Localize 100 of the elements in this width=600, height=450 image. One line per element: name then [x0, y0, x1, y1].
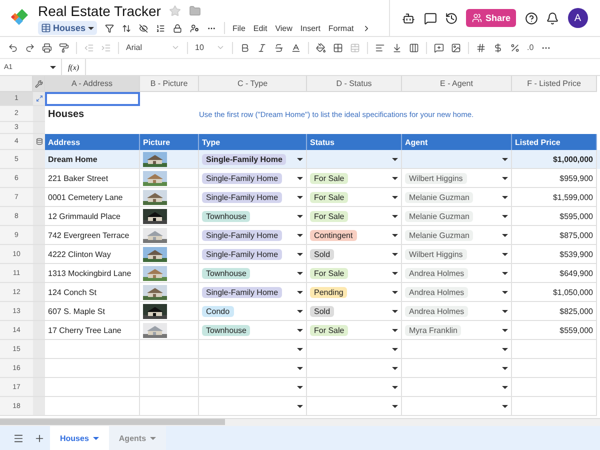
dropdown-icon[interactable] — [502, 310, 508, 312]
strikethrough-icon[interactable] — [274, 42, 284, 52]
hide-icon[interactable] — [138, 24, 148, 32]
font-select[interactable]: Arial — [126, 43, 180, 52]
dropdown-icon[interactable] — [502, 158, 508, 160]
dropdown-icon[interactable] — [392, 366, 398, 370]
table-header: Status — [307, 134, 402, 150]
status-tag: For Sale — [310, 192, 348, 202]
sheet-tab[interactable]: Houses — [50, 426, 109, 450]
dropdown-icon[interactable] — [502, 404, 508, 408]
dropdown-icon[interactable] — [392, 158, 398, 160]
add-comment-icon[interactable] — [434, 42, 444, 52]
user-settings-icon[interactable] — [190, 24, 199, 32]
share-button[interactable]: Share — [466, 9, 516, 27]
expand-icon[interactable] — [36, 95, 42, 102]
dropdown-icon[interactable] — [392, 328, 398, 332]
dropdown-icon[interactable] — [502, 328, 508, 332]
dropdown-icon[interactable] — [502, 214, 508, 218]
comment-icon[interactable] — [424, 12, 437, 24]
dropdown-icon[interactable] — [392, 404, 398, 408]
dropdown-icon[interactable] — [392, 196, 398, 198]
dropdown-icon[interactable] — [502, 272, 508, 274]
dropdown-icon[interactable] — [297, 386, 303, 388]
print-icon[interactable] — [42, 42, 52, 52]
menu-item[interactable]: View — [275, 24, 292, 32]
dropdown-icon[interactable] — [297, 158, 303, 160]
selected-cell[interactable] — [45, 92, 140, 106]
robot-icon[interactable] — [402, 12, 416, 24]
dropdown-icon[interactable] — [502, 234, 508, 236]
dropdown-icon[interactable] — [392, 272, 398, 274]
menu-item[interactable]: Format — [328, 24, 354, 32]
fill-color-icon[interactable] — [316, 42, 326, 52]
dropdown-icon[interactable] — [502, 252, 508, 256]
dropdown-icon[interactable] — [297, 214, 303, 218]
dropdown-icon[interactable] — [297, 328, 303, 332]
filter-icon[interactable] — [104, 24, 114, 32]
dropdown-icon[interactable] — [297, 176, 303, 180]
star-icon[interactable] — [168, 5, 181, 17]
font-size-select[interactable]: 10 — [195, 43, 225, 52]
wrap-icon[interactable] — [409, 42, 419, 52]
decrease-decimal-button[interactable]: .0 — [527, 43, 534, 52]
type-tag: Condo — [202, 306, 234, 316]
add-sheet-icon[interactable] — [34, 432, 45, 444]
dropdown-icon[interactable] — [502, 176, 508, 180]
dropdown-icon[interactable] — [297, 366, 303, 370]
dropdown-icon[interactable] — [502, 348, 508, 350]
dropdown-icon[interactable] — [502, 366, 508, 370]
dropdown-icon[interactable] — [502, 290, 508, 294]
paint-format-icon[interactable] — [59, 42, 69, 52]
dropdown-icon[interactable] — [502, 386, 508, 388]
bell-icon[interactable] — [546, 12, 560, 24]
history-icon[interactable] — [445, 12, 458, 24]
align-icon[interactable] — [375, 42, 385, 52]
dropdown-icon[interactable] — [392, 252, 398, 256]
dropdown-icon[interactable] — [297, 234, 303, 236]
dropdown-icon[interactable] — [392, 290, 398, 294]
vertical-align-icon[interactable] — [392, 42, 402, 52]
lock-icon[interactable] — [172, 24, 182, 32]
dropdown-icon[interactable] — [392, 310, 398, 312]
italic-icon[interactable] — [257, 42, 267, 52]
image-icon[interactable] — [451, 42, 461, 52]
dropdown-icon[interactable] — [297, 252, 303, 256]
column-header[interactable]: D - Status — [307, 76, 402, 92]
help-icon[interactable] — [524, 12, 538, 24]
dropdown-icon[interactable] — [502, 196, 508, 198]
dropdown-icon[interactable] — [297, 348, 303, 350]
undo-icon[interactable] — [8, 42, 18, 52]
menu-item[interactable]: Edit — [253, 24, 268, 32]
menu-icon[interactable] — [13, 432, 24, 444]
dropdown-icon[interactable] — [297, 290, 303, 294]
text-color-icon[interactable] — [291, 42, 301, 52]
menu-item[interactable]: Insert — [300, 24, 320, 32]
wrench-icon[interactable] — [34, 80, 42, 88]
dropdown-icon[interactable] — [297, 272, 303, 274]
dropdown-icon[interactable] — [297, 404, 303, 408]
column-header[interactable]: F - Listed Price — [512, 76, 597, 92]
dropdown-icon[interactable] — [297, 196, 303, 198]
percent-icon[interactable] — [510, 42, 520, 52]
column-header[interactable]: C - Type — [199, 76, 307, 92]
dropdown-icon[interactable] — [392, 348, 398, 350]
dropdown-icon[interactable] — [392, 234, 398, 236]
bold-icon[interactable] — [240, 42, 250, 52]
list-icon[interactable] — [156, 24, 165, 32]
column-header[interactable]: E - Agent — [402, 76, 512, 92]
redo-icon[interactable] — [25, 42, 35, 52]
column-header[interactable]: A - Address — [45, 76, 140, 92]
borders-icon[interactable] — [333, 42, 343, 52]
dropdown-icon[interactable] — [297, 310, 303, 312]
caret-icon — [92, 436, 99, 440]
menu-item[interactable]: File — [232, 24, 246, 32]
view-selector[interactable]: Houses — [38, 21, 97, 35]
column-header[interactable]: B - Picture — [140, 76, 199, 92]
user-avatar[interactable]: A — [568, 8, 588, 28]
dropdown-icon[interactable] — [392, 214, 398, 218]
scrollbar-thumb[interactable] — [0, 419, 225, 425]
number-format-icon[interactable] — [476, 42, 486, 52]
dropdown-icon[interactable] — [392, 386, 398, 388]
currency-icon[interactable] — [493, 42, 503, 52]
dropdown-icon[interactable] — [392, 176, 398, 180]
sort-icon[interactable] — [122, 24, 131, 32]
